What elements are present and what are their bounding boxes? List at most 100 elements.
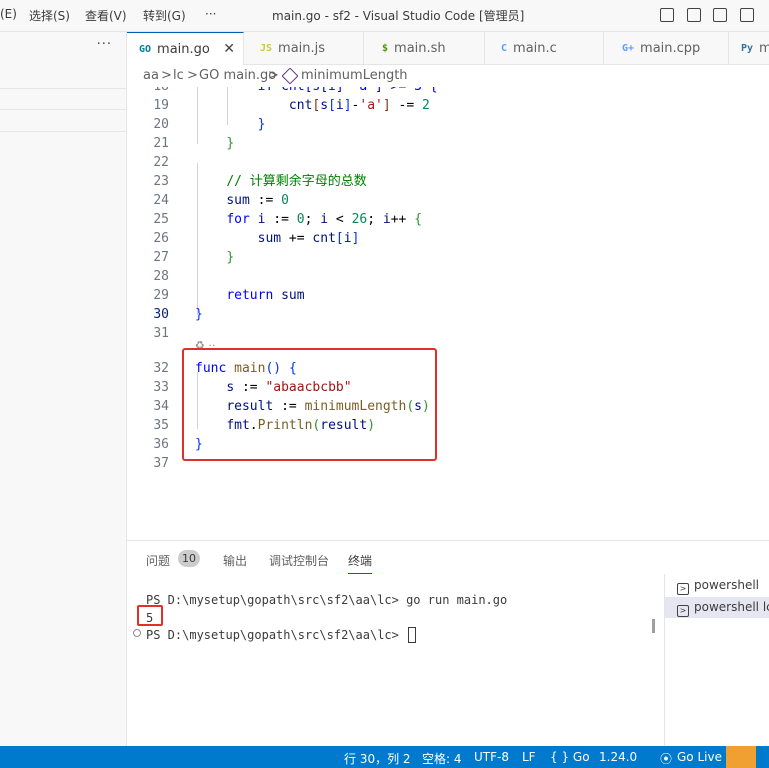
code-token: } xyxy=(226,250,235,265)
cpp-file-icon: G+ xyxy=(622,43,635,54)
terminal-prompt[interactable]: PS D:\mysetup\gopath\src\sf2\aa\lc> xyxy=(146,627,417,643)
code-line[interactable]: 28 xyxy=(127,267,769,286)
tab-main-cpp[interactable]: G+ main.cpp xyxy=(604,32,729,65)
end-of-line[interactable]: LF xyxy=(522,750,536,764)
code-token: ] xyxy=(343,98,352,113)
toggle-sidebar-icon[interactable] xyxy=(660,8,674,22)
language-mode[interactable]: { } Go xyxy=(550,750,590,764)
code-token: cnt xyxy=(312,231,336,246)
line-number: 32 xyxy=(153,361,169,376)
line-number: 20 xyxy=(153,117,169,132)
line-number: 34 xyxy=(153,399,169,414)
notification-icon[interactable] xyxy=(726,746,756,768)
code-line[interactable]: 22 xyxy=(127,153,769,172)
code-text: } xyxy=(195,134,234,153)
cursor-position[interactable]: 行 30，列 2 xyxy=(344,750,411,767)
code-token: sum xyxy=(281,288,305,303)
menu-selection[interactable]: 选择(S) xyxy=(29,7,70,24)
tab-main-go[interactable]: GO main.go ✕ xyxy=(127,32,244,66)
chevron-right-icon: > xyxy=(161,68,172,83)
editor-tab-bar: GO main.go ✕ JS main.js $ main.sh C main… xyxy=(127,32,769,66)
code-token: } xyxy=(257,117,266,132)
code-line[interactable]: 26 sum += cnt[i] xyxy=(127,229,769,248)
code-line[interactable]: 20 } xyxy=(127,115,769,134)
code-editor[interactable]: 18 if cnt[s[i]-'a'] >= 3 {19 cnt[s[i]-'a… xyxy=(127,87,769,540)
customize-layout-icon[interactable] xyxy=(740,8,754,22)
tab-python[interactable]: Py m xyxy=(729,32,769,65)
terminal-cursor xyxy=(408,627,417,643)
terminal-icon: > xyxy=(677,605,689,617)
toggle-secondary-sidebar-icon[interactable] xyxy=(713,8,727,22)
code-token: sum xyxy=(257,231,282,246)
tab-debug-console[interactable]: 调试控制台 xyxy=(269,552,329,569)
code-line[interactable]: 27 } xyxy=(127,248,769,267)
line-number: 30 xyxy=(153,307,169,322)
indentation[interactable]: 空格: 4 xyxy=(422,750,462,767)
code-token: return xyxy=(226,288,274,303)
chevron-right-icon: > xyxy=(268,68,279,83)
line-number: 27 xyxy=(153,250,169,265)
tab-output[interactable]: 输出 xyxy=(223,552,247,569)
tab-main-c[interactable]: C main.c xyxy=(485,32,604,65)
highlight-box-output xyxy=(137,605,163,626)
menu-edit[interactable]: (E) xyxy=(0,7,17,21)
tab-label: main.cpp xyxy=(640,41,701,56)
terminal-list-item[interactable]: > powershell xyxy=(665,575,769,596)
menu-view[interactable]: 查看(V) xyxy=(85,7,127,24)
breadcrumb-file[interactable]: GO main.go xyxy=(199,68,276,83)
code-token: ; xyxy=(304,212,321,227)
breadcrumb-item[interactable]: lc xyxy=(173,68,184,83)
sidebar-divider xyxy=(0,131,127,132)
terminal-command-line: PS D:\mysetup\gopath\src\sf2\aa\lc> go r… xyxy=(146,593,508,607)
line-number: 37 xyxy=(153,456,169,471)
code-line[interactable]: 24 sum := 0 xyxy=(127,191,769,210)
terminal-scrollbar[interactable] xyxy=(652,619,655,633)
code-token: // 计算剩余字母的总数 xyxy=(226,174,367,189)
code-token: < xyxy=(328,212,352,227)
python-file-icon: Py xyxy=(741,43,754,54)
js-file-icon: JS xyxy=(260,43,273,54)
window-title: main.go - sf2 - Visual Studio Code [管理员] xyxy=(272,9,525,23)
code-token: ] xyxy=(351,231,360,246)
command-decoration-icon[interactable] xyxy=(133,629,141,637)
code-line[interactable]: 21 } xyxy=(127,134,769,153)
symbol-method-icon xyxy=(281,67,299,85)
terminal-list-item[interactable]: > powershell lc xyxy=(665,597,769,618)
sidebar-more-icon[interactable]: ··· xyxy=(97,37,112,52)
tab-label: main.c xyxy=(513,41,557,56)
menu-more[interactable]: ··· xyxy=(205,7,216,21)
code-token: ; xyxy=(367,212,383,227)
code-text: cnt[s[i]-'a'] -= 2 xyxy=(195,96,430,115)
code-text: sum := 0 xyxy=(195,191,289,210)
menu-go[interactable]: 转到(G) xyxy=(143,7,186,24)
encoding[interactable]: UTF-8 xyxy=(474,750,509,764)
tab-label: main.js xyxy=(278,41,326,56)
tab-terminal[interactable]: 终端 xyxy=(348,552,373,574)
code-line[interactable]: 30} xyxy=(127,305,769,324)
go-live-button[interactable]: Go Live xyxy=(677,750,722,764)
code-token: ] xyxy=(382,98,391,113)
highlight-box-main-func xyxy=(182,348,437,461)
code-line[interactable]: 29 return sum xyxy=(127,286,769,305)
breadcrumb-item[interactable]: aa xyxy=(143,68,159,83)
code-token: := xyxy=(265,212,297,227)
tab-label: main.sh xyxy=(394,41,446,56)
code-line[interactable]: 18 if cnt[s[i]-'a'] >= 3 { xyxy=(127,87,769,96)
code-line[interactable]: 19 cnt[s[i]-'a'] -= 2 xyxy=(127,96,769,115)
code-token: += xyxy=(281,231,313,246)
code-line[interactable]: 23 // 计算剩余字母的总数 xyxy=(127,172,769,191)
breadcrumb-symbol[interactable]: minimumLength xyxy=(301,68,408,83)
go-version[interactable]: 1.24.0 xyxy=(599,750,637,764)
code-line[interactable]: 25 for i := 0; i < 26; i++ { xyxy=(127,210,769,229)
close-icon[interactable]: ✕ xyxy=(223,41,235,57)
tab-main-sh[interactable]: $ main.sh xyxy=(364,32,485,65)
line-number: 23 xyxy=(153,174,169,189)
tab-problems[interactable]: 问题 xyxy=(146,552,170,569)
toggle-panel-icon[interactable] xyxy=(687,8,701,22)
code-line[interactable]: 31 xyxy=(127,324,769,343)
tab-main-js[interactable]: JS main.js xyxy=(244,32,364,65)
